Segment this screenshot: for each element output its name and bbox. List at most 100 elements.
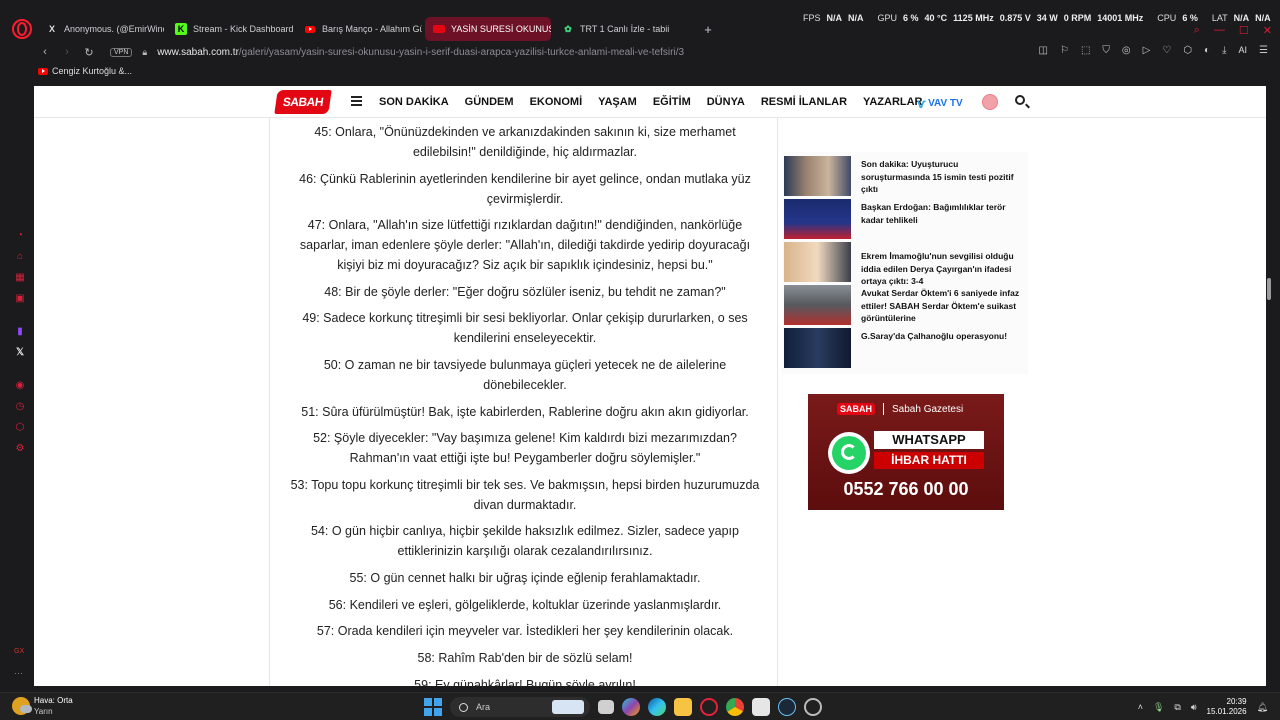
extensions-icon[interactable]: ⬡ [14, 422, 26, 434]
news-item[interactable]: Son dakika: Uyuşturucu soruşturmasında 1… [784, 156, 1024, 196]
tab-2[interactable]: Barış Manço - Allahım Gün [296, 17, 422, 41]
close-icon[interactable]: ✕ [1263, 24, 1272, 37]
minimize-icon[interactable]: — [1214, 24, 1225, 37]
file-explorer-icon[interactable] [674, 698, 692, 716]
news-item[interactable]: G.Saray'da Çalhanoğlu operasyonu! [784, 328, 1024, 368]
nav-resmi-ilanlar[interactable]: RESMİ İLANLAR [761, 96, 847, 108]
x-icon[interactable]: 𝕏 [14, 347, 26, 359]
vavtv-icon: ѵ [917, 95, 927, 111]
url-field[interactable]: www.sabah.com.tr/galeri/yasam/yasin-sure… [157, 47, 684, 58]
page-scrollbar[interactable] [1266, 86, 1272, 686]
nav-ekonomi[interactable]: EKONOMİ [530, 96, 583, 108]
play-icon[interactable]: ▷ [1143, 45, 1151, 56]
more-icon[interactable]: ··· [14, 668, 23, 678]
vpn-badge[interactable]: VPN [110, 47, 133, 57]
back-icon[interactable]: ‹ [36, 46, 54, 58]
bookmarks-bar: Cengiz Kurtoğlu &... [38, 66, 132, 76]
ai-button[interactable]: AI [1239, 45, 1248, 56]
scrollbar-thumb[interactable] [1267, 278, 1271, 300]
fps-value: N/A [826, 13, 843, 23]
profile-icon[interactable]: ◐ [1204, 45, 1210, 56]
nav-yazarlar[interactable]: YAZARLAR [863, 96, 923, 108]
store-icon[interactable] [752, 698, 770, 716]
flag-icon[interactable] [982, 94, 998, 110]
settings-icon[interactable]: ⚙ [14, 443, 26, 455]
task-view-icon[interactable] [598, 700, 614, 714]
search-tabs-icon[interactable]: ⌕ [1194, 24, 1200, 37]
forward-icon[interactable]: › [58, 46, 76, 58]
snapshot-icon[interactable]: ⬚ [1081, 45, 1090, 56]
opera-logo-icon[interactable] [12, 19, 32, 39]
ad-brand-sub: Sabah Gazetesi [892, 403, 964, 415]
gx-mod-icon[interactable]: ▣ [14, 293, 26, 305]
vavtv-link[interactable]: ѵ VAV TV [917, 95, 963, 111]
menu-icon[interactable]: ☰ [1259, 45, 1268, 56]
volume-icon[interactable]: 🔊︎ [1191, 702, 1197, 713]
tab-4[interactable]: ✿ TRT 1 Canlı İzle - tabii [554, 17, 680, 41]
split-screen-icon[interactable]: ◫ [1039, 45, 1048, 56]
twitch-icon[interactable]: ▮ [14, 326, 26, 338]
hamburger-icon[interactable] [351, 96, 362, 106]
nav-dunya[interactable]: DÜNYA [707, 96, 745, 108]
nav-son-dakika[interactable]: SON DAKİKA [379, 96, 449, 108]
game-icon[interactable]: ▦ [14, 272, 26, 284]
nav-egitim[interactable]: EĞİTİM [653, 96, 691, 108]
tab-0[interactable]: X Anonymous. (@EmirWinchester) [38, 17, 164, 41]
clock[interactable]: 20:39 15.01.2026 [1207, 697, 1247, 717]
history-icon[interactable]: ◷ [14, 401, 26, 413]
fps-value-2: N/A [848, 13, 864, 23]
new-tab-button[interactable]: + [699, 20, 717, 38]
verse-56: 56: Kendileri ve eşleri, gölgeliklerde, … [328, 598, 722, 612]
tabii-icon: ✿ [564, 23, 572, 34]
news-item[interactable]: Avukat Serdar Öktem'i 6 saniyede infaz e… [784, 285, 1024, 325]
news-thumbnail [784, 285, 851, 325]
taskbar-search[interactable]: Ara [450, 697, 590, 717]
gx-icon[interactable]: GX [14, 648, 24, 655]
network-icon[interactable]: ⧉ [1174, 702, 1180, 713]
nav-yasam[interactable]: YAŞAM [598, 96, 637, 108]
shield-icon[interactable]: ⛉ [1102, 45, 1110, 56]
opera-gx-icon[interactable] [700, 698, 718, 716]
notification-icon[interactable]: 🔔︎ [1257, 702, 1268, 713]
bookmark-icon[interactable]: ⚐ [1060, 45, 1069, 56]
bookmark-item[interactable]: Cengiz Kurtoğlu &... [52, 66, 132, 76]
verse-53: 53: Topu topu korkunç titreşimli bir tek… [290, 478, 760, 512]
crypto-wallet-icon[interactable]: ⌂ [14, 251, 26, 263]
windows-start-icon[interactable] [424, 698, 442, 716]
steam-icon[interactable] [778, 698, 796, 716]
tab-1[interactable]: K Stream - Kick Dashboard [167, 17, 293, 41]
lock-icon[interactable]: 🔒︎ [142, 47, 147, 58]
weather-widget[interactable]: Hava: Orta Yarın [12, 695, 73, 717]
microphone-icon[interactable]: 🎙︎ [1153, 702, 1164, 713]
heart-icon[interactable]: ♡ [1162, 45, 1171, 56]
chevron-up-icon[interactable]: ˄ [1138, 702, 1143, 712]
nav-gundem[interactable]: GÜNDEM [465, 96, 514, 108]
copilot-icon[interactable] [622, 698, 640, 716]
lat-value: N/A [1233, 13, 1250, 23]
settings-icon[interactable] [804, 698, 822, 716]
download-icon[interactable]: ⤓ [1222, 45, 1226, 56]
verse-49: 49: Sadece korkunç titreşimli bir sesi b… [302, 311, 748, 345]
tab-3-active[interactable]: YASİN SURESİ OKUNUŞU [425, 17, 551, 41]
search-icon [459, 702, 468, 712]
chrome-icon[interactable] [726, 698, 744, 716]
whatsapp-ad-banner[interactable]: SABAH Sabah Gazetesi WHATSAPP İHBAR HATT… [808, 394, 1004, 510]
news-item[interactable]: Başkan Erdoğan: Bağımlılıklar terör kada… [784, 199, 1024, 239]
weather-icon [12, 697, 32, 715]
news-item[interactable]: Ekrem İmamoğlu'nun sevgilisi olduğu iddi… [784, 242, 1024, 286]
search-placeholder: Ara [476, 702, 491, 712]
reload-icon[interactable]: ↻ [80, 46, 98, 59]
search-icon[interactable] [1015, 95, 1025, 105]
sabah-logo[interactable]: SABAH [274, 90, 332, 114]
tab-label: Stream - Kick Dashboard [193, 24, 293, 34]
fps-label: FPS [803, 13, 821, 23]
verse-50: 50: O zaman ne bir tavsiyede bulunmaya g… [323, 358, 727, 392]
aria-icon[interactable]: ◔ [14, 230, 26, 242]
news-thumbnail [784, 199, 851, 239]
edge-icon[interactable] [648, 698, 666, 716]
player-icon[interactable]: ◉ [14, 380, 26, 392]
sabah-logo: SABAH [837, 403, 876, 415]
extensions-icon[interactable]: ⬡ [1183, 45, 1192, 56]
wallet-icon[interactable]: ◎ [1122, 45, 1131, 56]
maximize-icon[interactable]: ☐ [1239, 24, 1249, 37]
